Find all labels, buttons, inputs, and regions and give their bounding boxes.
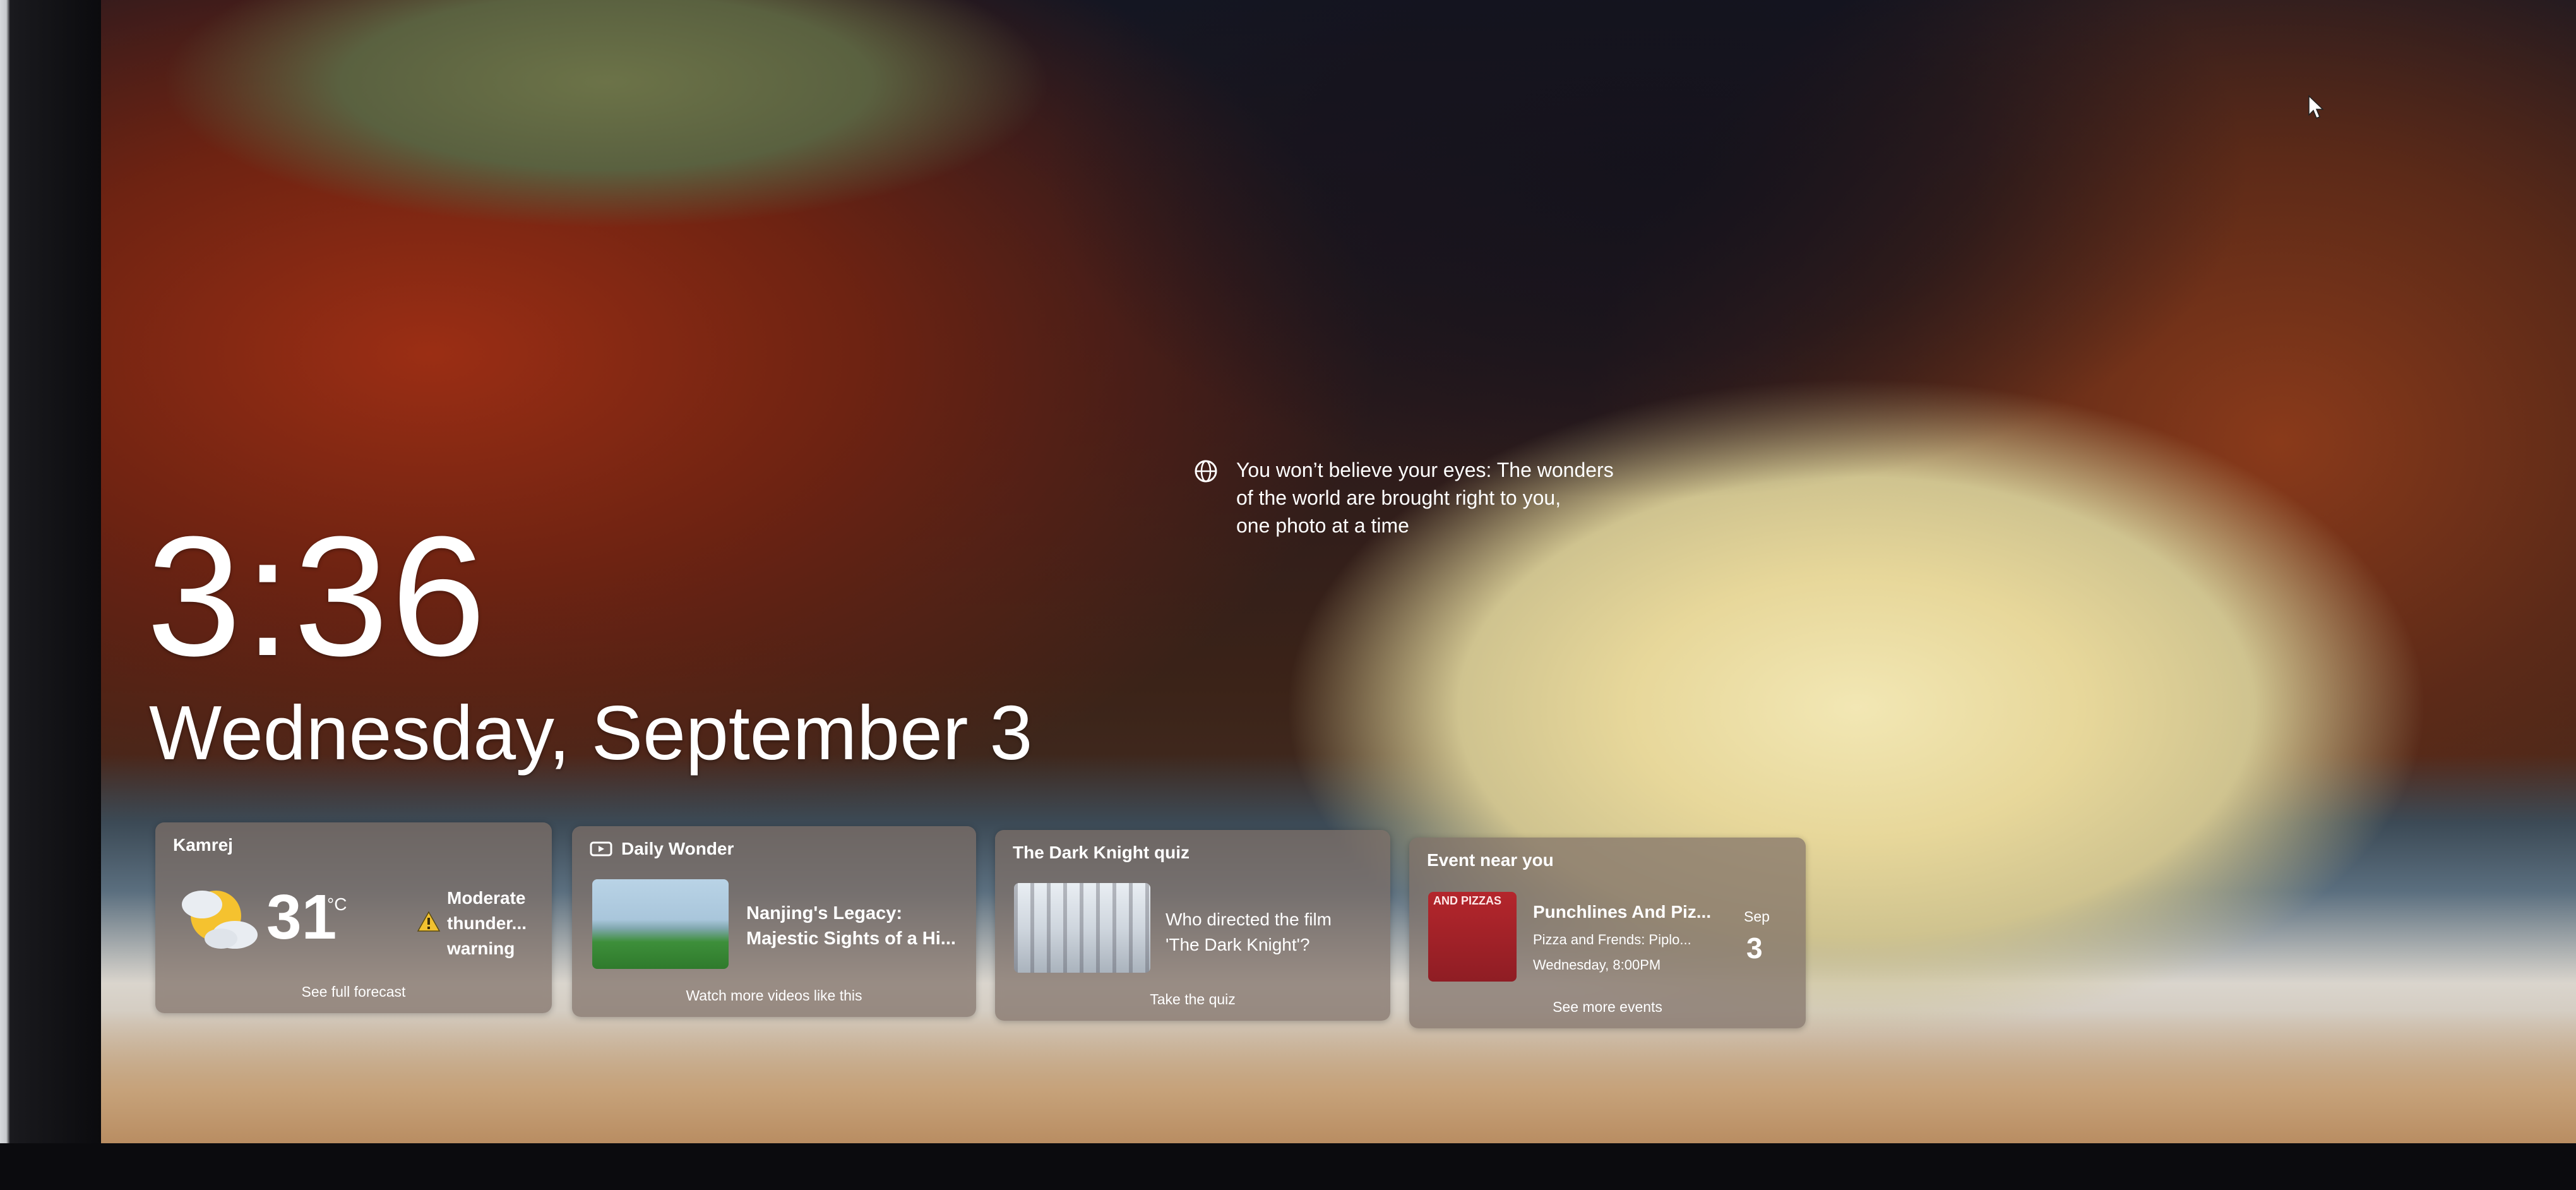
- attribution-line: one photo at a time: [1236, 514, 1409, 537]
- daily-wonder-title: Daily Wonder: [590, 839, 734, 859]
- event-day: 3: [1746, 932, 1763, 965]
- quiz-thumbnail[interactable]: [1014, 883, 1150, 973]
- attribution-text: You won’t believe your eyes: The wonders…: [1236, 456, 1614, 539]
- globe-icon: [1195, 460, 1217, 483]
- event-poster-text: AND PIZZAS: [1433, 894, 1501, 907]
- daily-wonder-headline[interactable]: Nanjing's Legacy: Majestic Sights of a H…: [746, 901, 961, 951]
- headline-line: Nanjing's Legacy:: [746, 903, 903, 923]
- attribution-line: You won’t believe your eyes: The wonders: [1236, 459, 1614, 481]
- attribution-line: of the world are brought right to you,: [1236, 486, 1561, 509]
- event-subtitle: Pizza and Frends: Piplo...: [1533, 932, 1691, 947]
- weather-unit: °C: [327, 894, 347, 914]
- weather-warning-line: warning: [447, 939, 515, 958]
- event-month: Sep: [1744, 908, 1770, 925]
- headline-line: Majestic Sights of a Hi...: [746, 929, 956, 949]
- mouse-cursor-icon: [2308, 95, 2324, 119]
- partly-cloudy-icon: [182, 891, 258, 949]
- see-full-forecast-link[interactable]: See full forecast: [155, 983, 552, 1001]
- event-widget-title: Event near you: [1427, 850, 1554, 870]
- event-poster[interactable]: AND PIZZAS: [1428, 892, 1517, 982]
- event-name[interactable]: Punchlines And Piz...: [1533, 901, 1716, 923]
- quiz-title: The Dark Knight quiz: [1013, 843, 1190, 862]
- video-icon: [590, 841, 612, 856]
- monitor-bezel-left: [0, 0, 101, 1190]
- background-beach: [101, 1011, 2576, 1143]
- weather-warning: Moderate thunder... warning: [447, 886, 542, 961]
- spotlight-attribution[interactable]: You won’t believe your eyes: The wonders…: [1193, 456, 1698, 539]
- quiz-question[interactable]: Who directed the film 'The Dark Knight'?: [1166, 907, 1374, 958]
- monitor-bezel-bottom: [0, 1143, 2576, 1190]
- daily-wonder-title-text: Daily Wonder: [621, 839, 734, 858]
- quiz-widget[interactable]: The Dark Knight quiz Who directed the fi…: [995, 830, 1390, 1021]
- event-widget[interactable]: Event near you AND PIZZAS Punchlines And…: [1409, 838, 1806, 1028]
- warning-icon: [417, 911, 441, 932]
- daily-wonder-thumbnail[interactable]: [592, 879, 729, 969]
- take-the-quiz-link[interactable]: Take the quiz: [995, 991, 1390, 1008]
- weather-location: Kamrej: [173, 835, 233, 855]
- clock-date: Wednesday, September 3: [149, 690, 1033, 776]
- event-time: Wednesday, 8:00PM: [1533, 957, 1661, 973]
- see-more-events-link[interactable]: See more events: [1409, 999, 1806, 1016]
- weather-warning-line: Moderate: [447, 888, 526, 908]
- clock-time: 3:36: [146, 502, 489, 692]
- question-line: 'The Dark Knight'?: [1166, 935, 1310, 954]
- watch-more-videos-link[interactable]: Watch more videos like this: [572, 987, 976, 1004]
- weather-temperature: 31: [266, 882, 337, 953]
- weather-warning-line: thunder...: [447, 913, 527, 933]
- question-line: Who directed the film: [1166, 910, 1332, 929]
- weather-widget[interactable]: Kamrej 31 °C Moderate thunder... warning…: [155, 822, 552, 1013]
- daily-wonder-widget[interactable]: Daily Wonder Nanjing's Legacy: Majestic …: [572, 826, 976, 1017]
